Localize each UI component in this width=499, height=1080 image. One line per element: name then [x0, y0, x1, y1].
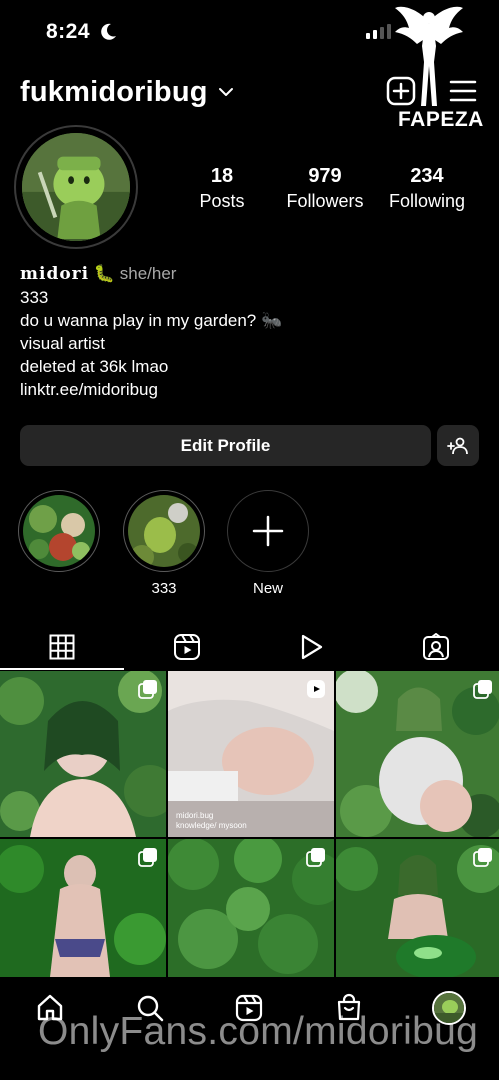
tab-reels[interactable]	[125, 624, 249, 670]
avatar-image	[22, 133, 130, 241]
post-thumbnail[interactable]	[0, 839, 166, 977]
stat-following-label: Following	[388, 191, 466, 211]
carousel-icon	[473, 848, 492, 867]
reels-icon	[174, 634, 200, 660]
stat-posts-label: Posts	[199, 191, 245, 211]
plus-icon	[252, 515, 284, 547]
profile-bio: midori 🐛 she/her 333 do u wanna play in …	[20, 262, 460, 401]
menu-icon[interactable]	[448, 78, 478, 104]
reel-handle: midori.bug	[176, 811, 214, 820]
tab-videos[interactable]	[249, 624, 373, 670]
highlight-ring	[18, 490, 100, 572]
tab-posts-grid[interactable]	[0, 624, 124, 670]
bio-display-name: midori	[20, 264, 90, 284]
highlight-item[interactable]	[17, 490, 101, 580]
chevron-down-icon[interactable]	[218, 84, 234, 100]
stat-followers-value: 979	[308, 165, 342, 187]
highlight-ring	[123, 490, 205, 572]
bio-link[interactable]: linktr.ee/midoribug	[20, 378, 460, 401]
reel-watermark: midori.bug knowledge/ mysoon	[176, 811, 247, 831]
edit-profile-button[interactable]: Edit Profile	[20, 425, 431, 466]
bio-line: 333	[20, 288, 49, 307]
post-thumbnail[interactable]	[336, 671, 499, 837]
profile-screen: 8:24 FAPEZA fukmidoribug 18 Posts 979 Fo…	[0, 0, 499, 1080]
post-thumbnail[interactable]: midori.bug knowledge/ mysoon	[168, 671, 334, 837]
create-post-icon[interactable]	[386, 76, 416, 106]
new-highlight-ring	[227, 490, 309, 572]
carousel-icon	[473, 680, 492, 699]
tab-tagged[interactable]	[374, 624, 498, 670]
stat-following-value: 234	[410, 165, 444, 187]
new-highlight[interactable]: New	[226, 490, 310, 597]
status-time: 8:24	[46, 20, 91, 43]
highlight-cover	[128, 495, 200, 567]
bio-line: deleted at 36k lmao	[20, 357, 169, 376]
carousel-icon	[306, 848, 325, 867]
new-highlight-label: New	[252, 580, 283, 597]
active-tab-indicator	[0, 668, 124, 670]
highlight-item[interactable]: 333	[122, 490, 206, 597]
play-icon	[301, 634, 323, 660]
watermark-top-text: FAPEZA	[398, 108, 484, 131]
bio-name-row: midori 🐛 she/her	[20, 262, 460, 286]
watermark-bottom-text: OnlyFans.com/midoribug	[38, 1010, 479, 1053]
reel-badge-icon	[307, 680, 325, 698]
stat-posts-value: 18	[210, 165, 234, 187]
stat-followers[interactable]: 979 Followers	[280, 165, 370, 212]
bio-line: visual artist	[20, 334, 106, 353]
bio-line: do u wanna play in my garden? 🐜	[20, 311, 283, 330]
tagged-icon	[423, 633, 449, 660]
post-thumbnail[interactable]	[336, 839, 499, 977]
highlight-cover	[23, 495, 95, 567]
reel-audio: knowledge/ mysoon	[176, 821, 247, 830]
post-thumbnail[interactable]	[168, 839, 334, 977]
moon-icon	[101, 23, 116, 40]
posts-grid: midori.bug knowledge/ mysoon	[0, 671, 499, 977]
highlight-label: 333	[151, 580, 177, 597]
grid-icon	[49, 634, 75, 660]
bio-pronouns: she/her	[119, 264, 177, 283]
bio-name-emoji: 🐛	[93, 264, 115, 283]
profile-avatar[interactable]	[14, 125, 138, 249]
stat-following[interactable]: 234 Following	[382, 165, 472, 212]
carousel-icon	[138, 680, 157, 699]
discover-people-button[interactable]	[437, 425, 479, 466]
stat-followers-label: Followers	[286, 191, 364, 211]
post-thumbnail[interactable]	[0, 671, 166, 837]
carousel-icon	[138, 848, 157, 867]
signal-icon	[366, 24, 391, 39]
profile-username[interactable]: fukmidoribug	[20, 76, 208, 109]
stat-posts[interactable]: 18 Posts	[180, 165, 264, 212]
add-user-icon	[447, 437, 468, 454]
